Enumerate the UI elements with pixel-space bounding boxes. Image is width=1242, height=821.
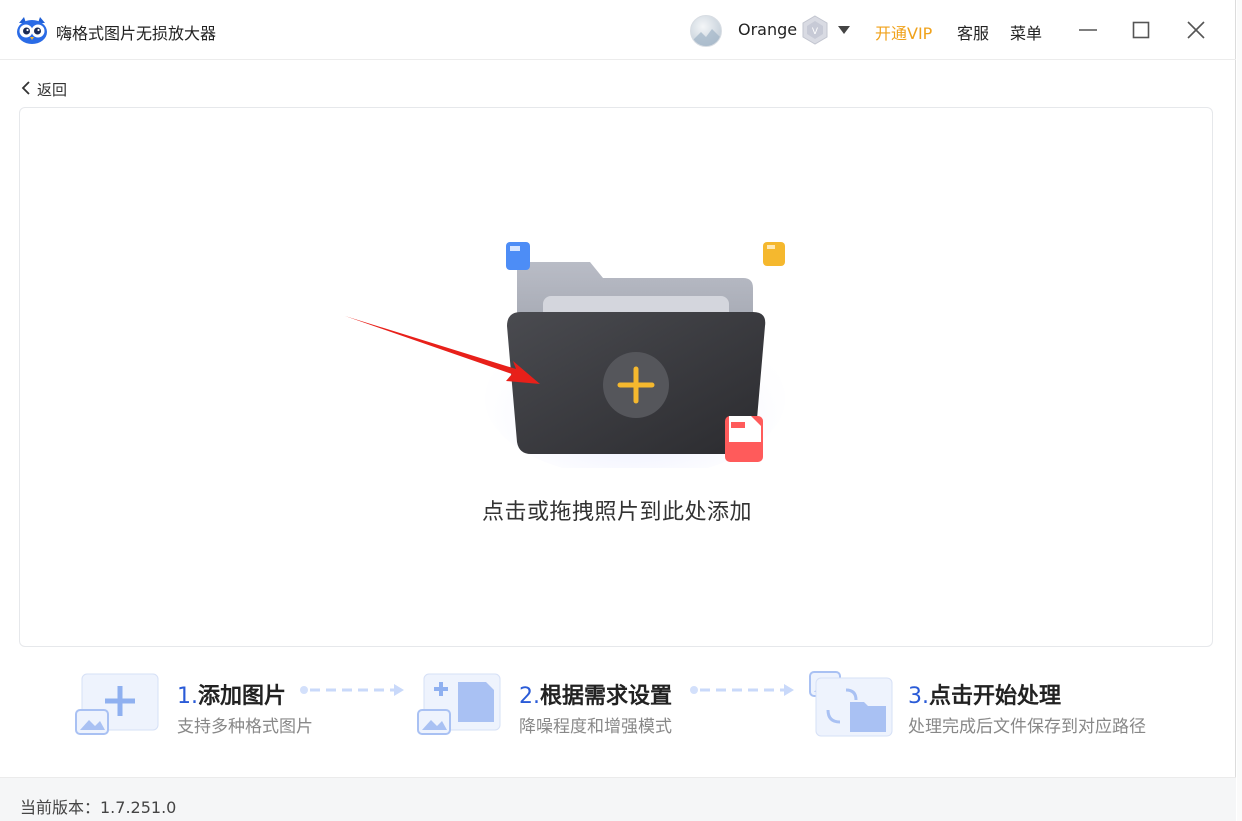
status-bar: 当前版本：1.7.251.0: [0, 777, 1236, 821]
chevron-left-icon: [21, 81, 30, 95]
minimize-icon[interactable]: [1076, 18, 1100, 42]
avatar-landscape-icon: [693, 29, 721, 46]
open-vip-link[interactable]: 开通VIP: [875, 20, 932, 44]
svg-text:V: V: [812, 27, 819, 37]
step-connector-arrow-icon: [300, 684, 404, 696]
workflow-steps: 1.添加图片 支持多种格式图片 2.根据需求设置 降噪程度和增强模式 3.点击开…: [0, 660, 1236, 750]
step-1-desc: 支持多种格式图片: [177, 717, 313, 737]
dropdown-caret-icon[interactable]: [837, 24, 851, 36]
drop-hint-text: 点击或拖拽照片到此处添加: [481, 500, 752, 525]
menu-link[interactable]: 菜单: [1010, 20, 1042, 44]
title-bar: 嗨格式图片无损放大器 Orange V 开通VIP 客服 菜单: [0, 0, 1236, 60]
process-step-icon: [809, 671, 893, 737]
vip-badge-icon: V: [802, 15, 828, 45]
add-image-step-icon: [75, 673, 159, 735]
close-icon[interactable]: [1184, 18, 1208, 42]
maximize-icon[interactable]: [1129, 18, 1153, 42]
pointer-arrow-annotation: [345, 316, 540, 384]
username[interactable]: Orange: [738, 20, 797, 39]
settings-step-icon: [417, 673, 501, 735]
app-title: 嗨格式图片无损放大器: [56, 24, 217, 43]
step-3-desc: 处理完成后文件保存到对应路径: [908, 717, 1146, 737]
image-drop-zone[interactable]: 点击或拖拽照片到此处添加: [19, 107, 1213, 647]
user-avatar[interactable]: [690, 15, 722, 47]
owl-logo-icon: [17, 17, 47, 44]
step-3-title: 3.点击开始处理: [908, 684, 1062, 709]
step-1-title: 1.添加图片: [177, 684, 287, 709]
version-label: 当前版本：1.7.251.0: [20, 798, 177, 817]
app-window: 嗨格式图片无损放大器 Orange V 开通VIP 客服 菜单 返回 点击或拖拽…: [0, 0, 1236, 821]
step-connector-arrow-icon: [690, 684, 794, 696]
step-2-title: 2.根据需求设置: [519, 684, 673, 709]
back-label: 返回: [37, 81, 68, 99]
customer-service-link[interactable]: 客服: [957, 20, 989, 44]
background-window-edge: [1237, 0, 1242, 821]
step-2-desc: 降噪程度和增强模式: [519, 717, 672, 737]
